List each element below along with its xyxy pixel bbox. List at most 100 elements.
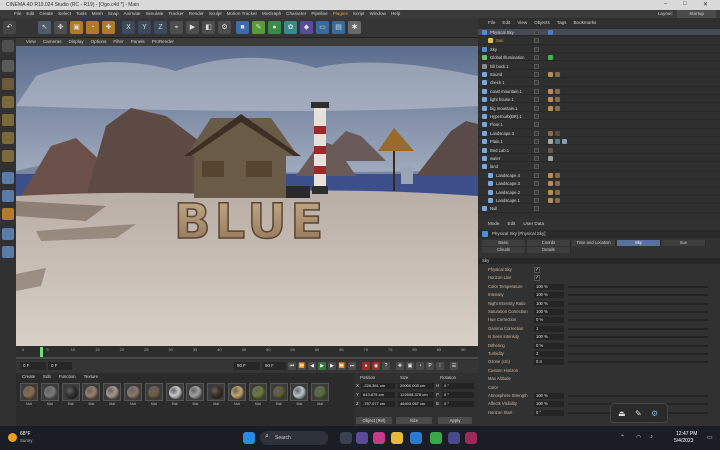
menu-item[interactable]: Simulate: [145, 10, 163, 18]
object-row[interactable]: water: [478, 155, 720, 163]
material-swatch[interactable]: Mat: [61, 383, 80, 410]
object-row[interactable]: Sun: [478, 37, 720, 45]
next-key-icon[interactable]: ⏩: [338, 362, 346, 370]
object-row[interactable]: big mountain.1: [478, 105, 720, 112]
attribute-menu-item[interactable]: Edit: [508, 221, 516, 226]
windows-start-icon[interactable]: [243, 432, 255, 444]
visibility-toggle[interactable]: [534, 46, 539, 52]
material-swatch[interactable]: Mat: [311, 383, 330, 410]
menu-item[interactable]: Help: [391, 10, 400, 18]
go-to-start-icon[interactable]: ⏮: [288, 362, 296, 370]
visibility-toggle[interactable]: [534, 147, 539, 153]
attribute-tab[interactable]: Details: [527, 247, 571, 253]
minimize-icon[interactable]: –: [664, 1, 667, 7]
material-swatch[interactable]: Mat: [165, 383, 184, 410]
object-tag-icon[interactable]: [555, 189, 560, 195]
menu-item[interactable]: Motion Tracker: [227, 10, 257, 18]
viewport-menu-item[interactable]: Cameras: [43, 39, 62, 44]
parameter-key-icon[interactable]: P: [426, 362, 434, 370]
property-value-field[interactable]: 100 %: [534, 401, 564, 408]
visibility-toggle[interactable]: [534, 105, 539, 111]
menu-item[interactable]: Animate: [124, 10, 141, 18]
media-app-icon[interactable]: [465, 432, 477, 444]
visibility-toggle[interactable]: [534, 114, 539, 119]
visibility-toggle[interactable]: [534, 80, 539, 86]
cube-icon[interactable]: ■: [236, 21, 249, 34]
visibility-toggle[interactable]: [534, 198, 539, 203]
object-tag-icon[interactable]: [548, 88, 553, 94]
deformer-icon[interactable]: ◆: [300, 21, 313, 34]
select-icon[interactable]: ↖: [38, 21, 51, 34]
spline-pen-icon[interactable]: ✎: [252, 21, 265, 34]
eject-icon[interactable]: ⏏: [618, 409, 626, 418]
model-mode-icon[interactable]: [2, 60, 14, 72]
object-tag-icon[interactable]: [562, 139, 567, 145]
undo-icon[interactable]: ↶: [3, 21, 16, 34]
property-slider[interactable]: [568, 344, 708, 347]
menu-item[interactable]: Tools: [76, 10, 87, 18]
timeline[interactable]: 0 5 10 15 20 25 30 35 40 45 50 55 60 65 70 75 80 85 90: [16, 346, 478, 360]
object-row[interactable]: Landscape.3: [478, 130, 720, 138]
file-explorer-icon[interactable]: [391, 432, 403, 444]
object-row[interactable]: Landscape.2: [478, 189, 720, 196]
object-tag-icon[interactable]: [548, 189, 553, 195]
points-mode-icon[interactable]: [2, 114, 14, 126]
app-icon[interactable]: [373, 432, 385, 444]
visibility-toggle[interactable]: [534, 206, 539, 212]
texture-mode-icon[interactable]: [2, 78, 14, 90]
render-view-icon[interactable]: ▶: [186, 21, 199, 34]
tray-chevron-icon[interactable]: ⌃: [620, 434, 625, 441]
viewport-menu-item[interactable]: Panels: [131, 39, 145, 44]
property-value-field[interactable]: 100 %: [534, 283, 564, 290]
menu-item[interactable]: Pipeline: [311, 10, 327, 18]
property-value-field[interactable]: 100 %: [534, 300, 564, 307]
visibility-toggle[interactable]: [534, 88, 539, 94]
polygons-mode-icon[interactable]: [2, 150, 14, 162]
material-menu-item[interactable]: Edit: [43, 374, 51, 379]
property-checkbox[interactable]: ✓: [534, 275, 540, 282]
generator-icon[interactable]: ●: [268, 21, 281, 34]
property-slider[interactable]: [568, 353, 708, 355]
current-frame-field[interactable]: 0 F: [48, 362, 72, 370]
previous-frame-icon[interactable]: ◀: [308, 362, 316, 370]
material-swatch[interactable]: Mat: [124, 383, 142, 410]
x-axis-icon[interactable]: X: [122, 21, 135, 34]
visibility-toggle[interactable]: [534, 181, 539, 187]
object-tag-icon[interactable]: [548, 130, 553, 136]
object-tag-icon[interactable]: [562, 97, 567, 103]
object-row[interactable]: Bed Lab.1: [478, 147, 720, 154]
property-value-field[interactable]: 100 %: [534, 292, 564, 299]
object-menu-item[interactable]: File: [488, 20, 495, 25]
y-axis-icon[interactable]: Y: [138, 21, 151, 34]
object-tag-icon[interactable]: [555, 181, 560, 187]
object-row[interactable]: Hypernurb(BR).1: [478, 113, 720, 121]
material-swatch[interactable]: Mat: [269, 383, 288, 410]
rotate-icon[interactable]: ◔: [86, 21, 99, 34]
record-icon[interactable]: ●: [362, 362, 370, 370]
object-tag-icon[interactable]: [548, 30, 553, 35]
object-tag-icon[interactable]: [562, 105, 567, 111]
object-tag-icon[interactable]: [555, 130, 560, 136]
property-slider[interactable]: [568, 285, 708, 288]
object-row[interactable]: Physical Sky: [478, 29, 720, 37]
object-menu-item[interactable]: Bookmarks: [573, 20, 596, 25]
visibility-toggle[interactable]: [534, 63, 539, 69]
object-row[interactable]: hill back.1: [478, 63, 720, 70]
material-swatch[interactable]: Mat: [103, 383, 122, 410]
property-slider[interactable]: [568, 361, 708, 364]
object-row[interactable]: land: [478, 163, 720, 171]
visibility-toggle[interactable]: [534, 38, 539, 44]
cinema4d-icon[interactable]: [448, 432, 460, 444]
visibility-toggle[interactable]: [534, 130, 539, 136]
visibility-toggle[interactable]: [534, 72, 539, 77]
size-field[interactable]: 46403.057 cm: [398, 401, 434, 407]
layout-selector[interactable]: Layout: Startup: [658, 10, 716, 18]
object-menu-item[interactable]: Edit: [502, 20, 510, 25]
property-value-field[interactable]: 0 %: [534, 317, 564, 324]
object-tag-icon[interactable]: [548, 105, 553, 111]
attribute-tab[interactable]: Basic: [482, 240, 526, 246]
3d-viewport[interactable]: BLUE: [16, 46, 478, 346]
menu-item[interactable]: MoGraph: [262, 10, 281, 18]
task-view-icon[interactable]: [340, 432, 352, 444]
material-swatch[interactable]: Mat: [40, 383, 59, 410]
